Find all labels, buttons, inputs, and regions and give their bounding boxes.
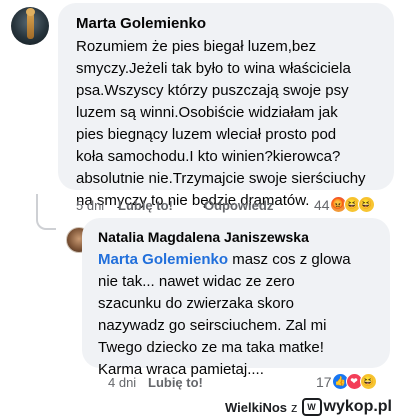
watermark-connector: z bbox=[291, 399, 298, 415]
comment-line: Rozumiem że pies biegał luzem,bez bbox=[76, 38, 317, 55]
comment-reactions[interactable]: 44 😡 😆 😆 bbox=[314, 196, 375, 213]
comment-line: pies biegnący luzem wleciał prosto pod bbox=[76, 126, 337, 143]
commenter-avatar[interactable] bbox=[11, 7, 49, 45]
reply-button[interactable]: Odpowiedz bbox=[204, 198, 273, 213]
reaction-count: 44 bbox=[314, 196, 330, 213]
comment-timestamp[interactable]: 5 dni bbox=[76, 198, 104, 213]
reply-line: nazywadz go seirsciuchem. Zal mi bbox=[98, 317, 327, 334]
reply-line: Twego dziecko ze ma taka matke! bbox=[98, 339, 324, 356]
comment-text: Rozumiem że pies biegał luzem,bez smyczy… bbox=[76, 36, 386, 212]
comment-line: koła samochodu.I kto winien?kierowca? bbox=[76, 148, 341, 165]
reply-reactions[interactable]: 17 👍 ❤ 😆 bbox=[316, 373, 377, 390]
reaction-count: 17 bbox=[316, 373, 332, 390]
haha-icon: 😆 bbox=[357, 196, 375, 213]
reply-actions: 4 dni Lubię to! bbox=[108, 375, 308, 393]
comment-line: absolutnie nie.Trzymajcie swoje sierściu… bbox=[76, 170, 366, 187]
mention-link[interactable]: Marta Golemienko bbox=[98, 251, 228, 268]
reply-timestamp[interactable]: 4 dni bbox=[108, 375, 136, 390]
reply-line: nie tak... nawet widac ze zero bbox=[98, 273, 295, 290]
reply-first-line: Marta Golemienko masz cos z glowa bbox=[98, 249, 388, 271]
comment-line: luzem są winni.Osobiście widziałam jak bbox=[76, 104, 338, 121]
wykop-logo-icon: W bbox=[301, 398, 322, 416]
watermark: WielkiNos z W wykop.pl bbox=[225, 398, 392, 416]
comment-author[interactable]: Marta Golemienko bbox=[76, 15, 206, 32]
reply-thread-line bbox=[36, 194, 56, 230]
reply-like-button[interactable]: Lubię to! bbox=[148, 375, 203, 390]
like-button[interactable]: Lubię to! bbox=[118, 198, 173, 213]
comment-line: smyczy.Jeżeli tak było to wina właścicie… bbox=[76, 60, 351, 77]
reply-text: Marta Golemienko masz cos z glowa nie ta… bbox=[98, 249, 388, 381]
avatar-figure bbox=[26, 8, 35, 39]
watermark-site: wykop.pl bbox=[323, 398, 392, 415]
comment-bubble: Marta Golemienko Rozumiem że pies biegał… bbox=[58, 3, 394, 209]
reply-line: szacunku do zwierzaka skoro bbox=[98, 295, 294, 312]
haha-icon: 😆 bbox=[359, 373, 377, 390]
watermark-author: WielkiNos bbox=[225, 399, 288, 415]
reply-bubble: Natalia Magdalena Janiszewska Marta Gole… bbox=[82, 218, 390, 378]
comment-line: psa.Wszyscy którzy puszczają swoje psy bbox=[76, 82, 349, 99]
reply-author[interactable]: Natalia Magdalena Janiszewska bbox=[98, 229, 309, 245]
reply-line: masz cos z glowa bbox=[228, 251, 351, 268]
